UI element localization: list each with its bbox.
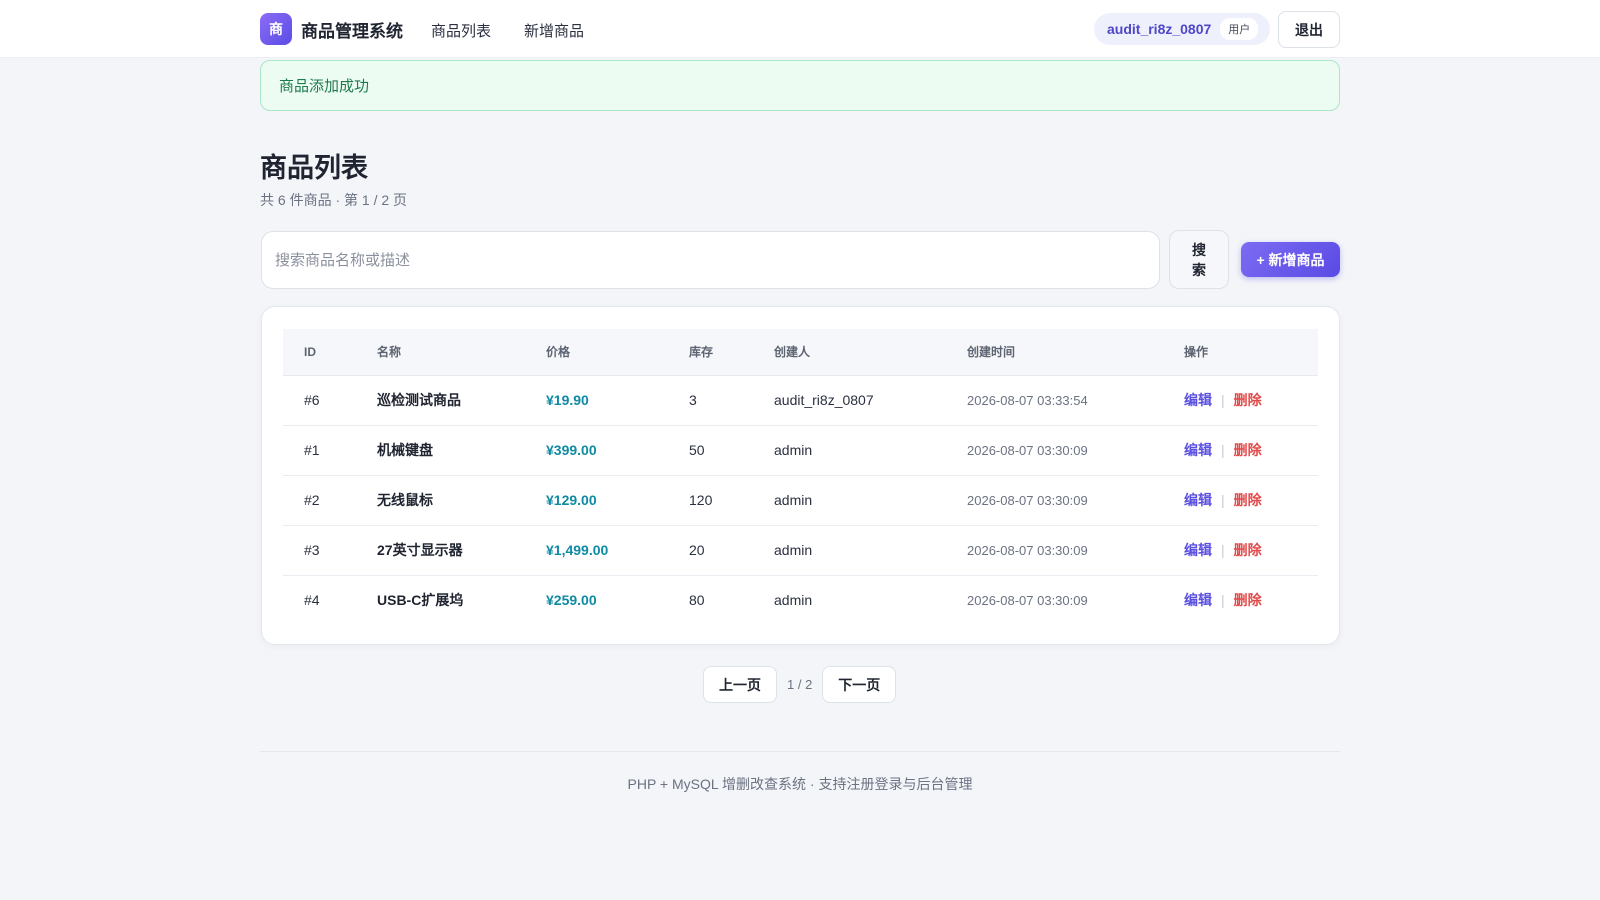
- table-row: #2 无线鼠标 ¥129.00 120 admin 2026-08-07 03:30:09…: [283, 475, 1318, 525]
- username: audit_ri8z_0807: [1107, 21, 1212, 37]
- success-alert: 商品添加成功: [260, 60, 1340, 111]
- delete-link[interactable]: 删除: [1234, 442, 1262, 458]
- column-header-name: 名称: [356, 329, 525, 376]
- cell-created: 2026-08-07 03:30:09: [967, 542, 1088, 558]
- page-subtitle: 共 6 件商品 · 第 1 / 2 页: [260, 192, 408, 208]
- edit-link[interactable]: 编辑: [1184, 392, 1212, 408]
- column-header-price: 价格: [525, 329, 668, 376]
- add-product-button[interactable]: + 新增商品: [1241, 242, 1340, 277]
- table-row: #6 巡检测试商品 ¥19.90 3 audit_ri8z_0807 2026-08-07…: [283, 375, 1318, 425]
- cell-stock: 120: [689, 492, 713, 508]
- alert-message: 商品添加成功: [279, 78, 370, 95]
- cell-actions: 编辑 | 删除: [1163, 425, 1318, 475]
- column-header-id: ID: [283, 329, 356, 376]
- product-table: ID 名称 价格 库存 创建人 创建时间 操作 #6 巡检测试商品 ¥19.90 3 a…: [283, 329, 1318, 625]
- cell-actions: 编辑 | 删除: [1163, 525, 1318, 575]
- table-row: #4 USB-C扩展坞 ¥259.00 80 admin 2026-08-07 03:30…: [283, 575, 1318, 625]
- cell-stock: 3: [689, 392, 697, 408]
- action-separator: |: [1221, 442, 1225, 458]
- footer: PHP + MySQL 增删改查系统 · 支持注册登录与后台管理: [0, 774, 1600, 794]
- top-navbar: 商 商品管理系统 商品列表 新增商品 audit_ri8z_0807 用户 退出: [0, 0, 1600, 58]
- column-header-actions: 操作: [1163, 329, 1318, 376]
- cell-creator: audit_ri8z_0807: [774, 392, 874, 408]
- edit-link[interactable]: 编辑: [1184, 542, 1212, 558]
- action-separator: |: [1221, 492, 1225, 508]
- cell-actions: 编辑 | 删除: [1163, 575, 1318, 625]
- cell-id: #6: [304, 392, 320, 408]
- cell-price: ¥259.00: [546, 592, 597, 609]
- pagination: 上一页 1 / 2 下一页: [703, 666, 897, 703]
- delete-link[interactable]: 删除: [1234, 592, 1262, 608]
- product-table-card: ID 名称 价格 库存 创建人 创建时间 操作 #6 巡检测试商品 ¥19.90 3 a…: [261, 306, 1340, 645]
- column-header-stock: 库存: [668, 329, 753, 376]
- prev-page-button[interactable]: 上一页: [703, 666, 777, 703]
- cell-name: 无线鼠标: [377, 492, 433, 508]
- cell-creator: admin: [774, 442, 813, 458]
- cell-name: 巡检测试商品: [377, 392, 461, 408]
- action-separator: |: [1221, 542, 1225, 558]
- column-header-creator: 创建人: [753, 329, 946, 376]
- cell-price: ¥19.90: [546, 392, 589, 408]
- brand-logo-icon: 商: [260, 13, 292, 45]
- delete-link[interactable]: 删除: [1234, 392, 1262, 408]
- action-separator: |: [1221, 592, 1225, 609]
- cell-actions: 编辑 | 删除: [1163, 475, 1318, 525]
- cell-name: USB-C扩展坞: [377, 592, 464, 609]
- cell-actions: 编辑 | 删除: [1163, 375, 1318, 425]
- next-page-button[interactable]: 下一页: [822, 666, 897, 703]
- page-indicator: 1 / 2: [787, 677, 813, 692]
- cell-id: #3: [304, 542, 320, 558]
- footer-text: PHP + MySQL 增删改查系统 · 支持注册登录与后台管理: [627, 776, 973, 792]
- nav-item-product-list[interactable]: 商品列表: [431, 20, 491, 41]
- search-input[interactable]: [261, 231, 1160, 289]
- action-separator: |: [1221, 392, 1225, 408]
- cell-name: 机械键盘: [377, 442, 433, 458]
- delete-link[interactable]: 删除: [1234, 542, 1262, 558]
- cell-price: ¥1,499.00: [546, 542, 609, 558]
- cell-id: #2: [304, 492, 320, 508]
- table-header-row: ID 名称 价格 库存 创建人 创建时间 操作: [283, 329, 1318, 376]
- table-body: #6 巡检测试商品 ¥19.90 3 audit_ri8z_0807 2026-08-07…: [283, 375, 1318, 625]
- cell-id: #4: [304, 592, 320, 609]
- column-header-created: 创建时间: [946, 329, 1163, 376]
- cell-name: 27英寸显示器: [377, 542, 463, 558]
- user-role-badge: 用户: [1220, 18, 1259, 40]
- cell-created: 2026-08-07 03:30:09: [967, 592, 1088, 608]
- cell-created: 2026-08-07 03:30:09: [967, 492, 1088, 508]
- cell-creator: admin: [774, 542, 813, 558]
- search-button[interactable]: 搜索: [1169, 230, 1229, 289]
- delete-link[interactable]: 删除: [1234, 492, 1262, 508]
- brand-name: 商品管理系统: [301, 21, 403, 41]
- page-title: 商品列表: [260, 153, 368, 183]
- cell-price: ¥129.00: [546, 492, 597, 508]
- table-row: #1 机械键盘 ¥399.00 50 admin 2026-08-07 03:30:09 编…: [283, 425, 1318, 475]
- user-badge: audit_ri8z_0807 用户: [1094, 13, 1271, 45]
- main-nav: 商品列表 新增商品: [431, 20, 584, 41]
- cell-stock: 80: [689, 592, 705, 609]
- cell-price: ¥399.00: [546, 442, 597, 458]
- edit-link[interactable]: 编辑: [1184, 442, 1212, 458]
- nav-item-add-product[interactable]: 新增商品: [524, 20, 584, 41]
- brand[interactable]: 商 商品管理系统: [260, 13, 403, 45]
- cell-id: #1: [304, 442, 320, 458]
- cell-created: 2026-08-07 03:33:54: [967, 392, 1088, 408]
- logout-button[interactable]: 退出: [1278, 11, 1340, 48]
- cell-stock: 20: [689, 542, 705, 558]
- cell-stock: 50: [689, 442, 705, 458]
- cell-created: 2026-08-07 03:30:09: [967, 442, 1088, 458]
- cell-creator: admin: [774, 592, 813, 609]
- cell-creator: admin: [774, 492, 813, 508]
- footer-divider: [260, 751, 1340, 752]
- edit-link[interactable]: 编辑: [1184, 592, 1212, 608]
- table-row: #3 27英寸显示器 ¥1,499.00 20 admin 2026-08-07 03:3…: [283, 525, 1318, 575]
- edit-link[interactable]: 编辑: [1184, 492, 1212, 508]
